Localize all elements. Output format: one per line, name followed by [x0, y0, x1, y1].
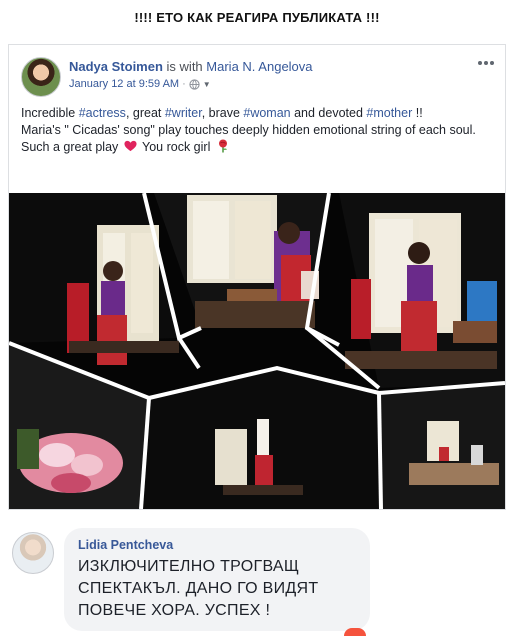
- flowers-photo: [9, 343, 149, 509]
- collage-graphic: [9, 193, 505, 509]
- more-options-icon[interactable]: [477, 57, 495, 69]
- post-text-line-1: Incredible #actress, great #writer, brav…: [21, 105, 497, 122]
- comment-line-2: СПЕКТАКЪЛ. ДАНО ГО ВИДЯТ: [78, 580, 319, 597]
- stage-photo-bottom-right: [379, 383, 505, 509]
- post-header: Nadya Stoimen is with Maria N. Angelova …: [9, 45, 505, 101]
- facebook-post: Nadya Stoimen is with Maria N. Angelova …: [8, 44, 506, 510]
- stage-photo-bottom-center: [141, 368, 381, 509]
- author-avatar[interactable]: [21, 57, 61, 97]
- post-date-link[interactable]: January 12 at 9:59 AM: [69, 78, 179, 90]
- text-fragment: You rock girl: [142, 140, 211, 154]
- text-fragment: , great: [125, 106, 165, 120]
- banner-text: !!!! ЕТО КАК РЕАГИРА ПУБЛИКАТА !!!: [134, 9, 380, 25]
- text-fragment: !!: [412, 106, 423, 120]
- hashtag-link[interactable]: #mother: [366, 106, 412, 120]
- hashtag-link[interactable]: #woman: [243, 106, 290, 120]
- stage-photo-left: [9, 193, 179, 365]
- author-line: Nadya Stoimen is with Maria N. Angelova: [69, 59, 313, 74]
- heart-emoji-icon: [124, 140, 137, 152]
- comment-line-1: ИЗКЛЮЧИТЕЛНО ТРОГВАЩ: [78, 558, 300, 575]
- post-text: Incredible #actress, great #writer, brav…: [21, 105, 497, 156]
- chevron-down-icon[interactable]: ▼: [203, 80, 211, 89]
- stage-photo-center: [154, 193, 329, 328]
- comment-text: ИЗКЛЮЧИТЕЛНО ТРОГВАЩ СПЕКТАКЪЛ. ДАНО ГО …: [78, 556, 356, 622]
- stage-photo-right: [339, 193, 505, 388]
- comment-line-3: ПОВЕЧЕ ХОРА. УСПЕХ !: [78, 602, 271, 619]
- commenter-name[interactable]: Lidia Pentcheva: [78, 538, 356, 552]
- commenter-avatar[interactable]: [12, 532, 54, 574]
- text-fragment: and devoted: [290, 106, 367, 120]
- with-text: is with: [166, 59, 203, 74]
- comment: Lidia Pentcheva ИЗКЛЮЧИТЕЛНО ТРОГВАЩ СПЕ…: [12, 528, 502, 636]
- text-fragment: , brave: [201, 106, 244, 120]
- text-fragment: Incredible: [21, 106, 79, 120]
- reaction-icon[interactable]: [344, 628, 366, 636]
- tagged-person[interactable]: Maria N. Angelova: [206, 59, 312, 74]
- post-text-line-2: Maria's " Cicadas' song" play touches de…: [21, 123, 476, 137]
- hashtag-link[interactable]: #actress: [79, 106, 126, 120]
- page-banner: !!!! ЕТО КАК РЕАГИРА ПУБЛИКАТА !!!: [0, 0, 514, 34]
- hashtag-link[interactable]: #writer: [165, 106, 202, 120]
- comment-bubble: Lidia Pentcheva ИЗКЛЮЧИТЕЛНО ТРОГВАЩ СПЕ…: [64, 528, 370, 631]
- text-fragment: Such a great play: [21, 140, 119, 154]
- author-name[interactable]: Nadya Stoimen: [69, 59, 163, 74]
- post-meta: January 12 at 9:59 AM · ▼: [69, 78, 211, 90]
- photo-collage[interactable]: [9, 193, 505, 509]
- globe-icon[interactable]: [189, 78, 200, 90]
- rose-emoji-icon: [218, 139, 227, 153]
- post-text-line-3: Such a great play You rock girl: [21, 139, 497, 156]
